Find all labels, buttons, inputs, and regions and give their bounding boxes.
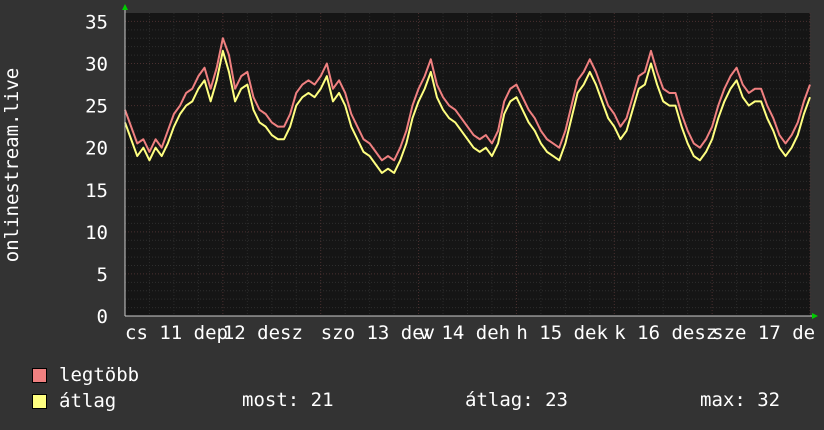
y-tick-label: 25 [85, 96, 108, 118]
stat-now: most: 21 [242, 389, 334, 411]
legend-item-avg: átlag [32, 388, 139, 414]
legend-label-max: legtöbb [59, 364, 140, 386]
y-tick-label: 0 [97, 306, 108, 328]
x-tick-label: cs 11 dep [125, 322, 228, 344]
x-tick-label: v 14 deh [419, 322, 511, 344]
legend-swatch-avg [32, 393, 47, 409]
stat-avg: átlag: 23 [465, 389, 568, 411]
legend-swatch-max [32, 367, 47, 383]
y-tick-label: 20 [85, 138, 108, 160]
x-axis-arrow [812, 313, 818, 319]
legend-item-max: legtöbb [32, 362, 139, 388]
legend-label-avg: átlag [59, 390, 117, 412]
x-tick-label: k 16 desz [614, 322, 717, 344]
legend: legtöbb átlag [32, 362, 139, 414]
y-tick-label: 15 [85, 180, 108, 202]
y-axis-label-wrap: onlinestream.live [1, 20, 23, 310]
y-tick-label: 10 [85, 222, 108, 244]
y-tick-label: 30 [85, 54, 108, 76]
y-tick-label: 5 [97, 264, 108, 286]
x-axis-ticks: cs 11 dep12 desz szo 13 devv 14 deh h 15 d… [125, 322, 815, 344]
stat-max: max: 32 [700, 389, 781, 411]
y-axis-arrow [122, 4, 128, 10]
x-tick-label: h 15 dek [516, 322, 608, 344]
y-tick-label: 35 [85, 11, 108, 33]
y-axis-label: onlinestream.live [1, 67, 23, 263]
x-tick-label: 12 desz [223, 322, 303, 344]
x-tick-label: sze 17 de [712, 322, 815, 344]
y-axis-ticks: 0 5 10 15 20 25 30 35 [85, 11, 108, 328]
